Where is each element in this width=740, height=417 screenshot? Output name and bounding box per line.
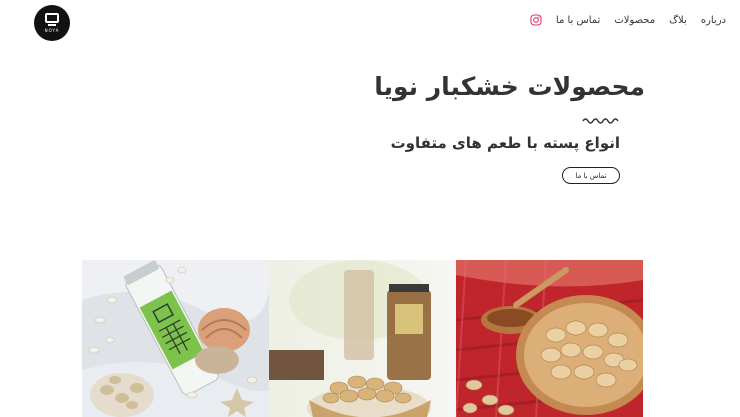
nav-item-blog[interactable]: بلاگ bbox=[669, 15, 687, 26]
logo-wordmark: NOYA bbox=[44, 28, 60, 33]
main-nav: تماس با ما محصولات بلاگ درباره bbox=[530, 14, 726, 26]
photo-pistachio-jar-on-sand bbox=[82, 260, 269, 417]
hero-subtitle: انواع پسته با طعم های متفاوت bbox=[390, 134, 620, 152]
nav-item-contact[interactable]: تماس با ما bbox=[556, 15, 600, 26]
nav-item-products[interactable]: محصولات bbox=[614, 15, 655, 26]
photo-pistachios-on-red-cloth bbox=[456, 260, 643, 417]
product-gallery bbox=[82, 260, 644, 417]
hero-title: محصولات خشکبار نویا bbox=[374, 72, 645, 101]
nav-item-about[interactable]: درباره bbox=[701, 15, 726, 26]
instagram-icon[interactable] bbox=[530, 14, 542, 26]
contact-button[interactable]: تماس با ما bbox=[562, 167, 620, 184]
monitor-icon bbox=[45, 13, 59, 23]
photo-pistachios-bowl-with-jars bbox=[269, 260, 456, 417]
brand-logo[interactable]: NOYA bbox=[34, 5, 70, 41]
wave-divider bbox=[582, 118, 619, 124]
